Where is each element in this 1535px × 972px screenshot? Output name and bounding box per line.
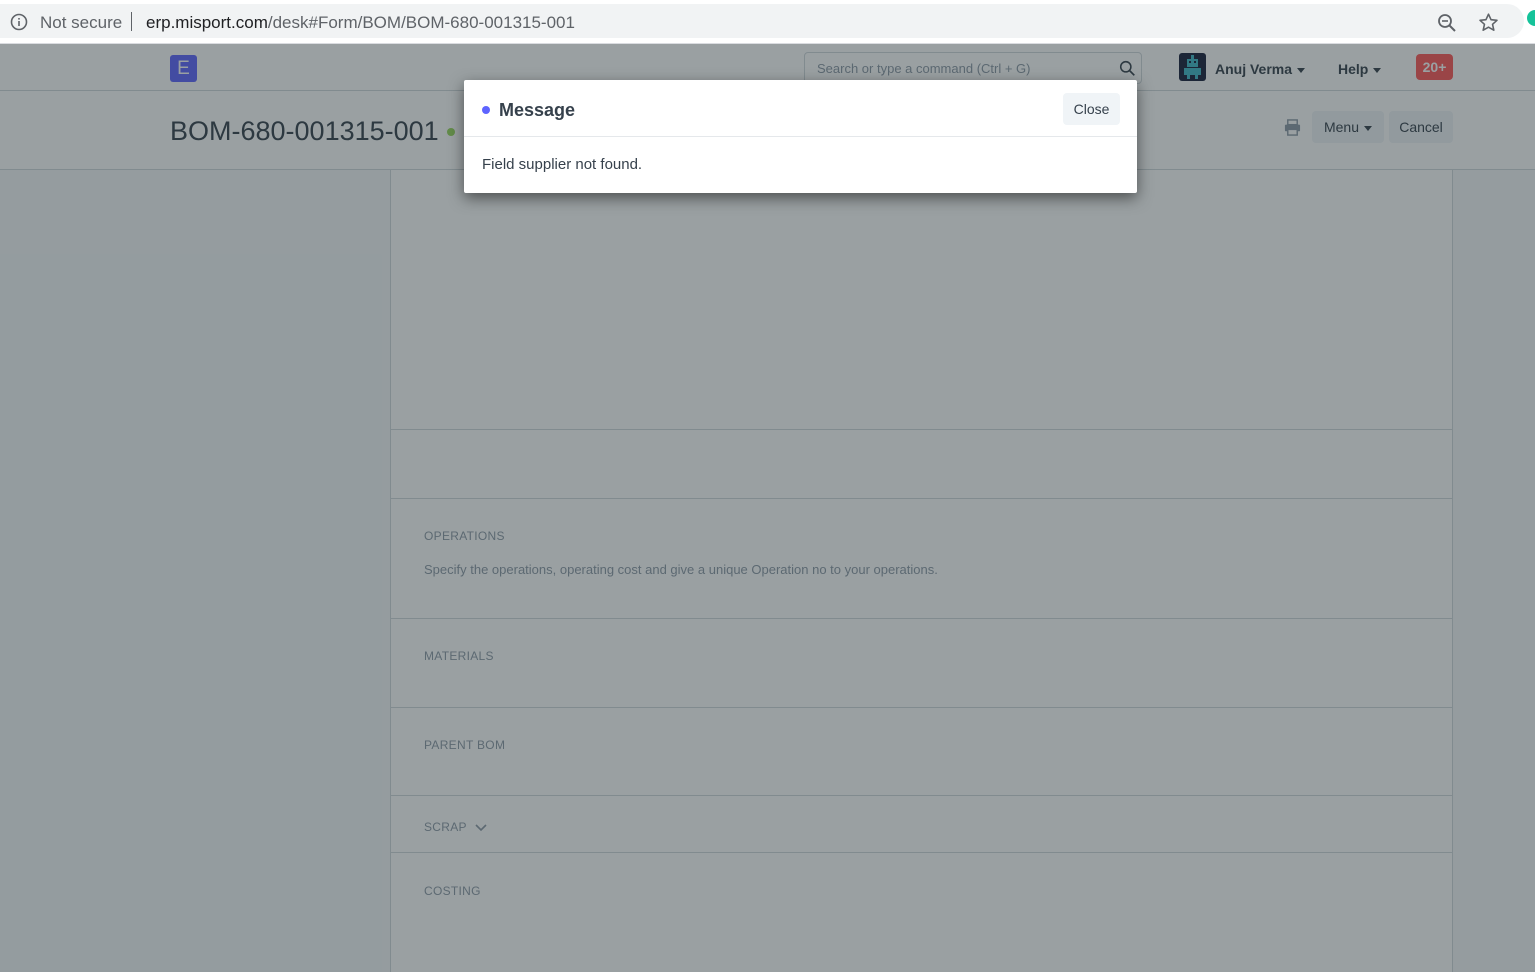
info-icon[interactable] (10, 13, 28, 31)
divider (131, 12, 132, 31)
dialog-title: Message (499, 100, 576, 120)
zoom-icon[interactable] (1437, 13, 1457, 33)
security-label[interactable]: Not secure (40, 13, 122, 33)
dialog-message: Field supplier not found. (482, 156, 643, 173)
url-text[interactable]: erp.misport.com/desk#Form/BOM/BOM-680-00… (146, 13, 575, 33)
address-bar[interactable]: Not secure erp.misport.com/desk#Form/BOM… (0, 4, 1524, 38)
bookmark-star-icon[interactable] (1478, 12, 1499, 33)
message-dialog: Message Close Field supplier not found. (464, 80, 1137, 193)
indicator-dot (482, 106, 490, 114)
url-host: erp.misport.com (146, 13, 268, 32)
dialog-header: Message Close (464, 80, 1137, 137)
close-button[interactable]: Close (1063, 93, 1120, 125)
browser-toolbar: Not secure erp.misport.com/desk#Form/BOM… (0, 0, 1535, 44)
extension-icon[interactable] (1527, 10, 1535, 26)
url-path: /desk#Form/BOM/BOM-680-001315-001 (267, 13, 575, 32)
